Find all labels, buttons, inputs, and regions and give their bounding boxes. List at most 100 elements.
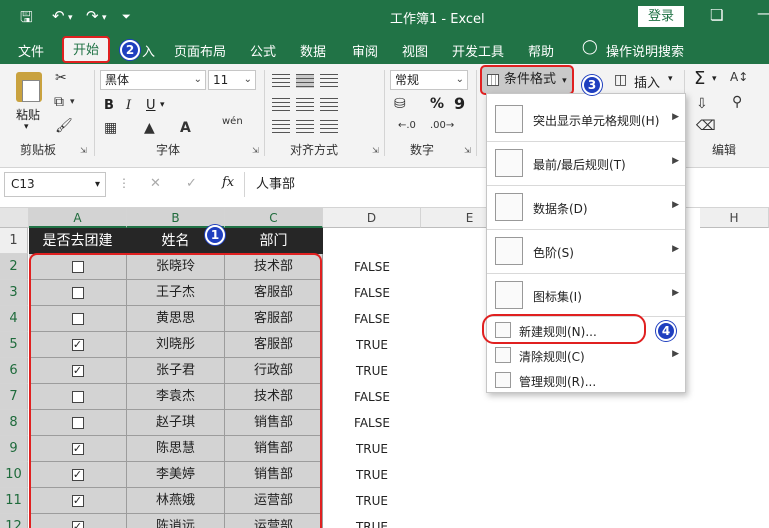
checkbox-unchecked[interactable] [71,260,84,273]
checkbox-cell[interactable] [29,384,127,410]
row-header[interactable]: 3 [0,280,28,306]
menu-item-manage-rules[interactable]: 管理规则(R)... [487,368,685,393]
dept-cell[interactable]: 行政部 [225,358,323,384]
checkbox-unchecked[interactable] [71,416,84,429]
checkbox-checked[interactable]: ✓ [71,494,84,507]
undo-icon[interactable]: ↶ [52,7,65,25]
login-button[interactable]: 登录 [638,6,684,27]
dept-cell[interactable]: 技术部 [225,254,323,280]
cancel-edit-button[interactable]: ✕ [150,176,161,191]
menu-item-icon-sets[interactable]: 图标集(I) ▶ [487,274,685,316]
checkbox-cell[interactable] [29,410,127,436]
result-cell[interactable]: TRUE [323,514,421,528]
menu-item-data-bars[interactable]: 数据条(D) ▶ [487,186,685,228]
dept-cell[interactable]: 销售部 [225,410,323,436]
dept-cell[interactable]: 客服部 [225,280,323,306]
tab-formulas[interactable]: 公式 [250,41,276,60]
header-cell[interactable]: 部门 [225,228,323,254]
checkbox-checked[interactable]: ✓ [71,442,84,455]
horizontal-align-row[interactable] [272,98,372,114]
minimize-window-icon[interactable]: — [757,4,769,22]
insert-dropdown-icon[interactable]: ▾ [668,74,673,84]
row-header[interactable]: 7 [0,384,28,410]
redo-icon[interactable]: ↷ [86,7,99,25]
row-header[interactable]: 5 [0,332,28,358]
result-cell[interactable]: FALSE [323,306,421,332]
name-cell[interactable]: 赵子琪 [127,410,225,436]
dept-cell[interactable]: 销售部 [225,436,323,462]
row-header[interactable]: 1 [0,228,28,254]
row-header[interactable]: 6 [0,358,28,384]
row-header[interactable]: 12 [0,514,28,528]
result-cell[interactable]: FALSE [323,384,421,410]
checkbox-unchecked[interactable] [71,390,84,403]
header-cell[interactable]: 是否去团建 [29,228,127,254]
result-cell[interactable]: TRUE [323,332,421,358]
checkbox-cell[interactable]: ✓ [29,332,127,358]
row-header[interactable]: 4 [0,306,28,332]
name-cell[interactable]: 张晓玲 [127,254,225,280]
result-cell[interactable]: TRUE [323,358,421,384]
autosum-button[interactable]: Σ [694,68,705,89]
tell-me-search[interactable]: 操作说明搜索 [606,41,684,60]
name-box[interactable]: C13 ▾ [4,172,106,197]
save-icon[interactable]: 🖫 [20,7,33,32]
dept-cell[interactable]: 销售部 [225,462,323,488]
result-cell[interactable]: TRUE [323,488,421,514]
paste-dropdown-icon[interactable]: ▾ [24,122,29,132]
font-name-combo[interactable]: 黑体 ⌄ [100,70,206,90]
font-launcher-icon[interactable]: ⇲ [252,146,259,155]
fill-color-icon[interactable]: ▲ [144,120,155,136]
tab-data[interactable]: 数据 [300,41,326,60]
row-header[interactable]: 10 [0,462,28,488]
result-cell[interactable]: FALSE [323,254,421,280]
copy-dropdown-icon[interactable]: ▾ [70,97,75,107]
column-header-d[interactable]: D [323,208,421,228]
checkbox-cell[interactable]: ✓ [29,514,127,528]
undo-dropdown-icon[interactable]: ▾ [68,13,73,23]
clear-eraser-icon[interactable]: ⌫ [696,118,716,134]
tab-review[interactable]: 审阅 [352,41,378,60]
name-cell[interactable]: 陈思慧 [127,436,225,462]
dept-cell[interactable]: 客服部 [225,332,323,358]
checkbox-unchecked[interactable] [71,286,84,299]
dept-cell[interactable]: 客服部 [225,306,323,332]
tab-help[interactable]: 帮助 [528,41,554,60]
tab-home[interactable]: 开始 [62,36,110,63]
italic-button[interactable]: I [126,98,131,113]
tab-view[interactable]: 视图 [402,41,428,60]
menu-item-color-scales[interactable]: 色阶(S) ▶ [487,230,685,272]
row-header[interactable]: 11 [0,488,28,514]
comma-button[interactable]: 9 [454,94,465,113]
customize-qat-icon[interactable]: ⏷ [122,10,131,24]
dept-cell[interactable]: 运营部 [225,488,323,514]
select-all-corner[interactable] [0,208,29,228]
decrease-decimal-icon[interactable]: .00→ [430,120,454,131]
checkbox-cell[interactable]: ✓ [29,462,127,488]
tab-page-layout[interactable]: 页面布局 [174,41,226,60]
bold-button[interactable]: B [104,98,114,113]
number-format-combo[interactable]: 常规 ⌄ [390,70,468,90]
borders-icon[interactable]: ▦ [104,120,117,136]
tab-file[interactable]: 文件 [18,41,44,60]
checkbox-unchecked[interactable] [71,312,84,325]
checkbox-checked[interactable]: ✓ [71,468,84,481]
currency-icon[interactable]: ⛁ [394,96,406,112]
conditional-formatting-button[interactable]: 条件格式 ▾ [480,65,574,95]
name-cell[interactable]: 王子杰 [127,280,225,306]
checkbox-checked[interactable]: ✓ [71,364,84,377]
menu-item-clear-rules[interactable]: 清除规则(C) ▶ [487,343,685,368]
checkbox-cell[interactable] [29,306,127,332]
row-header[interactable]: 8 [0,410,28,436]
format-painter-icon[interactable]: 🖌 [55,118,73,134]
confirm-edit-button[interactable]: ✓ [186,176,197,191]
paste-button-label[interactable]: 粘贴 [16,106,40,123]
number-launcher-icon[interactable]: ⇲ [464,146,471,155]
cut-icon[interactable]: ✂ [55,70,67,86]
font-size-combo[interactable]: 11 ⌄ [208,70,256,90]
name-cell[interactable]: 林燕娥 [127,488,225,514]
indent-row[interactable] [272,120,372,136]
dept-cell[interactable]: 运营部 [225,514,323,528]
checkbox-checked[interactable]: ✓ [71,338,84,351]
checkbox-cell[interactable]: ✓ [29,358,127,384]
